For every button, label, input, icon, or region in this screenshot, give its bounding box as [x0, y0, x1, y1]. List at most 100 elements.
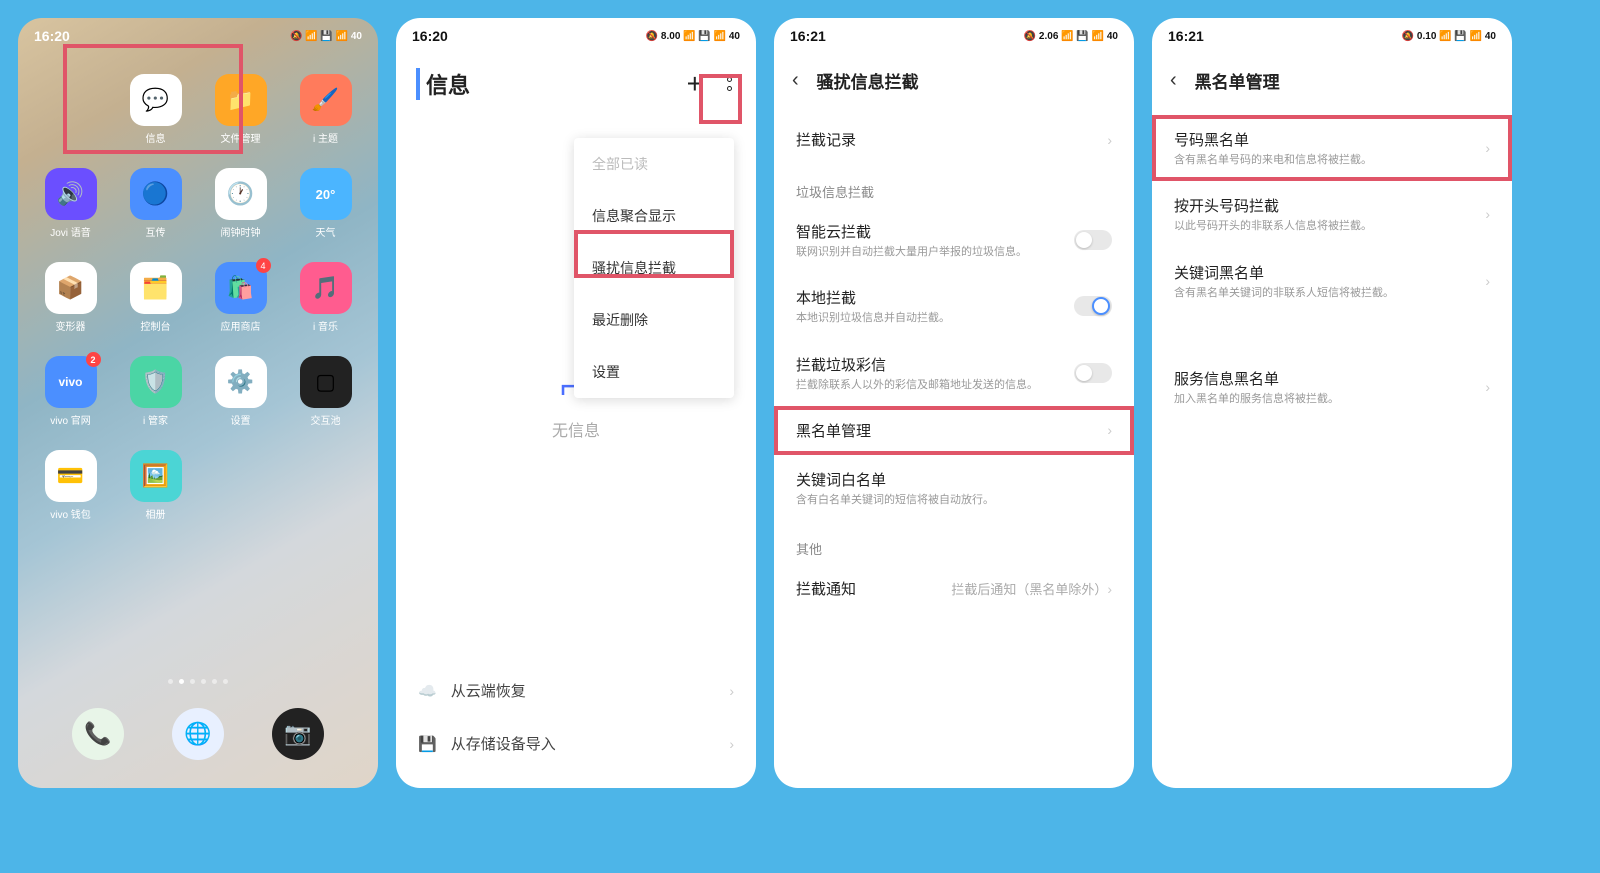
setting-拦截垃圾彩信[interactable]: 拦截垃圾彩信拦截除联系人以外的彩信及邮箱地址发送的信息。 [774, 340, 1134, 406]
app-icon: 20° [300, 168, 352, 220]
status-bar: 16:20 🔕 📶 💾 📶 40 [18, 18, 378, 54]
back-icon[interactable]: ‹ [1170, 69, 1177, 92]
setting-title: 按开头号码拦截 [1174, 195, 1485, 216]
setting-黑名单管理[interactable]: 黑名单管理› [774, 406, 1134, 455]
app-互传[interactable]: 🔵互传 [118, 168, 193, 252]
app-i 管家[interactable]: 🛡️i 管家 [118, 356, 193, 440]
setting-title: 关键词白名单 [796, 469, 1112, 490]
app-label: 文件管理 [221, 130, 261, 145]
setting-title: 拦截记录 [796, 129, 1107, 150]
settings-list: 号码黑名单含有黑名单号码的来电和信息将被拦截。›按开头号码拦截以此号码开头的非联… [1152, 107, 1512, 428]
app-grid: 💬信息📁文件管理🖌️i 主题🔊Jovi 语音🔵互传🕐闹钟时钟20°天气📦变形器🗂… [18, 54, 378, 675]
spam-block-screen: 16:21 🔕 2.06 📶 💾 📶 40 ‹ 骚扰信息拦截 拦截记录›垃圾信息… [774, 18, 1134, 788]
app-label: 控制台 [141, 318, 171, 333]
setting-subtitle: 含有黑名单号码的来电和信息将被拦截。 [1174, 153, 1485, 167]
setting-关键词黑名单[interactable]: 关键词黑名单含有黑名单关键词的非联系人短信将被拦截。› [1152, 248, 1512, 314]
setting-value: 拦截后通知（黑名单除外） [951, 579, 1107, 598]
app-icon: 📦 [45, 262, 97, 314]
page-indicator [18, 675, 378, 688]
page-title: 骚扰信息拦截 [817, 68, 919, 93]
app-icon: 📁 [215, 74, 267, 126]
app-label: i 音乐 [313, 318, 338, 333]
setting-本地拦截[interactable]: 本地拦截本地识别垃圾信息并自动拦截。 [774, 273, 1134, 339]
setting-号码黑名单[interactable]: 号码黑名单含有黑名单号码的来电和信息将被拦截。› [1152, 115, 1512, 181]
app-i 音乐[interactable]: 🎵 i 音乐 [288, 262, 363, 346]
app-Jovi 语音[interactable]: 🔊Jovi 语音 [33, 168, 108, 252]
setting-subtitle: 以此号码开头的非联系人信息将被拦截。 [1174, 219, 1485, 233]
setting-subtitle: 拦截除联系人以外的彩信及邮箱地址发送的信息。 [796, 378, 1074, 392]
phone-button[interactable]: 📞 [72, 708, 124, 760]
bottom-action[interactable]: 💾从存储设备导入› [396, 717, 756, 770]
camera-button[interactable]: 📷 [272, 708, 324, 760]
app-闹钟时钟[interactable]: 🕐闹钟时钟 [203, 168, 278, 252]
compose-icon[interactable]: + [687, 68, 703, 100]
toggle[interactable] [1074, 296, 1112, 316]
setting-title: 号码黑名单 [1174, 129, 1485, 150]
app-i 主题[interactable]: 🖌️i 主题 [288, 74, 363, 158]
setting-拦截通知[interactable]: 拦截通知拦截后通知（黑名单除外）› [774, 564, 1134, 613]
overflow-menu: 全部已读信息聚合显示骚扰信息拦截最近删除设置 [574, 138, 734, 398]
badge: 4 [256, 258, 271, 273]
app-label: 设置 [231, 412, 251, 427]
app-信息[interactable]: 💬信息 [118, 74, 193, 158]
setting-subtitle: 含有白名单关键词的短信将被自动放行。 [796, 493, 1112, 507]
app-交互池[interactable]: ▢交互池 [288, 356, 363, 440]
time: 16:21 [1168, 28, 1204, 44]
status-icons: 🔕 0.10 📶 💾 📶 40 [1402, 31, 1496, 42]
time: 16:20 [34, 28, 70, 44]
menu-item-1[interactable]: 信息聚合显示 [574, 190, 734, 242]
chevron-icon: › [1107, 422, 1112, 438]
page-title: 黑名单管理 [1195, 68, 1280, 93]
badge: 2 [86, 352, 101, 367]
app-icon: 🛡️ [130, 356, 182, 408]
menu-item-4[interactable]: 设置 [574, 346, 734, 398]
app-设置[interactable]: ⚙️ 设置 [203, 356, 278, 440]
setting-title: 智能云拦截 [796, 221, 1074, 242]
app-icon: 🎵 [300, 262, 352, 314]
toggle[interactable] [1074, 363, 1112, 383]
bottom-action[interactable]: ☁️从云端恢复› [396, 664, 756, 717]
app-相册[interactable]: 🖼️相册 [118, 450, 193, 534]
app-控制台[interactable]: 🗂️ 控制台 [118, 262, 193, 346]
blacklist-screen: 16:21 🔕 0.10 📶 💾 📶 40 ‹ 黑名单管理 号码黑名单含有黑名单… [1152, 18, 1512, 788]
time: 16:20 [412, 28, 448, 44]
setting-subtitle: 联网识别并自动拦截大量用户举报的垃圾信息。 [796, 245, 1074, 259]
setting-智能云拦截[interactable]: 智能云拦截联网识别并自动拦截大量用户举报的垃圾信息。 [774, 207, 1134, 273]
app-icon: ⚙️ [215, 356, 267, 408]
toggle[interactable] [1074, 230, 1112, 250]
setting-拦截记录[interactable]: 拦截记录› [774, 115, 1134, 164]
messages-title: 信息 [416, 68, 470, 100]
settings-header: ‹ 黑名单管理 [1152, 54, 1512, 107]
app-icon: vivo2 [45, 356, 97, 408]
app-vivo 官网[interactable]: vivo2vivo 官网 [33, 356, 108, 440]
setting-title: 本地拦截 [796, 287, 1074, 308]
messages-header: 信息 + [396, 54, 756, 114]
setting-title: 黑名单管理 [796, 420, 1107, 441]
setting-按开头号码拦截[interactable]: 按开头号码拦截以此号码开头的非联系人信息将被拦截。› [1152, 181, 1512, 247]
chevron-icon: › [1485, 273, 1490, 289]
menu-item-3[interactable]: 最近删除 [574, 294, 734, 346]
app-天气[interactable]: 20° 天气 [288, 168, 363, 252]
app-变形器[interactable]: 📦变形器 [33, 262, 108, 346]
app-应用商店[interactable]: 🛍️4应用商店 [203, 262, 278, 346]
menu-item-2[interactable]: 骚扰信息拦截 [574, 242, 734, 294]
setting-subtitle: 加入黑名单的服务信息将被拦截。 [1174, 392, 1485, 406]
app-文件管理[interactable]: 📁 文件管理 [203, 74, 278, 158]
home-screen: 16:20 🔕 📶 💾 📶 40 💬信息 📁 文件管理 🖌️i 主题 🔊Jovi 语音🔵… [18, 18, 378, 788]
browser-button[interactable]: 🌐 [172, 708, 224, 760]
settings-header: ‹ 骚扰信息拦截 [774, 54, 1134, 107]
status-icons: 🔕 8.00 📶 💾 📶 40 [646, 31, 740, 42]
app-label: 天气 [316, 224, 336, 239]
more-icon[interactable] [723, 73, 736, 95]
app-icon: 🛍️4 [215, 262, 267, 314]
app-icon: 💬 [130, 74, 182, 126]
setting-title: 拦截通知 [796, 578, 951, 599]
app-label: Jovi 语音 [50, 224, 91, 239]
back-icon[interactable]: ‹ [792, 69, 799, 92]
setting-服务信息黑名单[interactable]: 服务信息黑名单加入黑名单的服务信息将被拦截。› [1152, 354, 1512, 420]
app-vivo 钱包[interactable]: 💳vivo 钱包 [33, 450, 108, 534]
app-icon: 🕐 [215, 168, 267, 220]
app-icon: 🗂️ [130, 262, 182, 314]
settings-list: 拦截记录›垃圾信息拦截智能云拦截联网识别并自动拦截大量用户举报的垃圾信息。本地拦… [774, 107, 1134, 621]
chevron-icon: › [1485, 206, 1490, 222]
